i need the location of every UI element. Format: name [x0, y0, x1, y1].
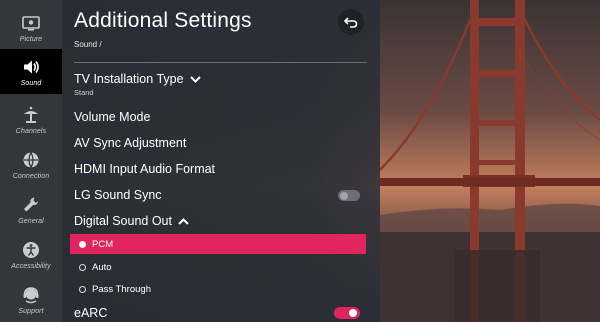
speaker-icon [24, 60, 39, 73]
lg-sound-sync-toggle[interactable] [338, 190, 360, 201]
sidebar-item-label: Connection [12, 172, 50, 180]
headset-icon [23, 286, 39, 303]
radio-selected-icon [79, 240, 86, 248]
tv-installation-value: Stand [74, 88, 94, 97]
sidebar-item-channels[interactable]: Channels [0, 97, 62, 142]
radio-unselected-icon [79, 263, 86, 271]
option-label: Pass Through [92, 283, 151, 295]
option-label: Auto [92, 261, 112, 273]
sidebar-item-label: General [18, 217, 44, 225]
option-label: PCM [92, 238, 114, 250]
sidebar-item-label: Accessibility [11, 262, 51, 270]
sidebar-item-label: Picture [19, 35, 43, 43]
menu-item-volume-mode[interactable]: Volume Mode [74, 110, 150, 124]
sidebar-item-accessibility[interactable]: Accessibility [0, 232, 62, 277]
option-pass-through[interactable]: Pass Through [70, 279, 366, 299]
chevron-down-icon [190, 76, 201, 84]
sidebar-item-sound[interactable]: Sound [0, 49, 62, 94]
menu-item-label: TV Installation Type [74, 72, 184, 86]
menu-item-digital-sound-out[interactable]: Digital Sound Out [74, 214, 190, 228]
sidebar-item-label: Sound [20, 79, 42, 87]
menu-item-earc[interactable]: eARC [74, 306, 107, 320]
accessibility-icon [23, 241, 39, 258]
category-sidebar: Picture Sound Channels Connection Genera… [0, 0, 62, 322]
picture-icon [22, 15, 40, 30]
sidebar-item-picture[interactable]: Picture [0, 5, 62, 50]
toggle-knob [340, 191, 348, 200]
toggle-knob [349, 309, 357, 317]
sidebar-item-label: Channels [15, 127, 47, 135]
radio-unselected-icon [79, 285, 86, 293]
sidebar-item-label: Support [18, 307, 44, 315]
option-auto[interactable]: Auto [70, 257, 366, 277]
menu-item-hdmi-input-audio-format[interactable]: HDMI Input Audio Format [74, 162, 215, 176]
sidebar-item-support[interactable]: Support [0, 277, 62, 322]
back-arrow-icon [344, 17, 358, 28]
sidebar-item-connection[interactable]: Connection [0, 142, 62, 187]
menu-item-tv-installation-type[interactable]: TV Installation Type [74, 72, 201, 86]
sidebar-item-general[interactable]: General [0, 187, 62, 232]
wrench-icon [24, 196, 39, 211]
breadcrumb: Sound / [74, 40, 102, 49]
back-button[interactable] [338, 9, 364, 35]
antenna-icon [24, 106, 38, 123]
menu-item-av-sync-adjustment[interactable]: AV Sync Adjustment [74, 136, 186, 150]
earc-toggle[interactable] [334, 307, 360, 319]
globe-icon [23, 151, 39, 168]
menu-item-label: Digital Sound Out [74, 214, 172, 228]
menu-item-lg-sound-sync[interactable]: LG Sound Sync [74, 188, 162, 202]
option-pcm[interactable]: PCM [70, 234, 366, 254]
header-divider [74, 62, 367, 63]
settings-panel: Additional Settings Sound / TV Installat… [62, 0, 380, 322]
chevron-up-icon [178, 218, 190, 225]
page-title: Additional Settings [74, 9, 252, 32]
